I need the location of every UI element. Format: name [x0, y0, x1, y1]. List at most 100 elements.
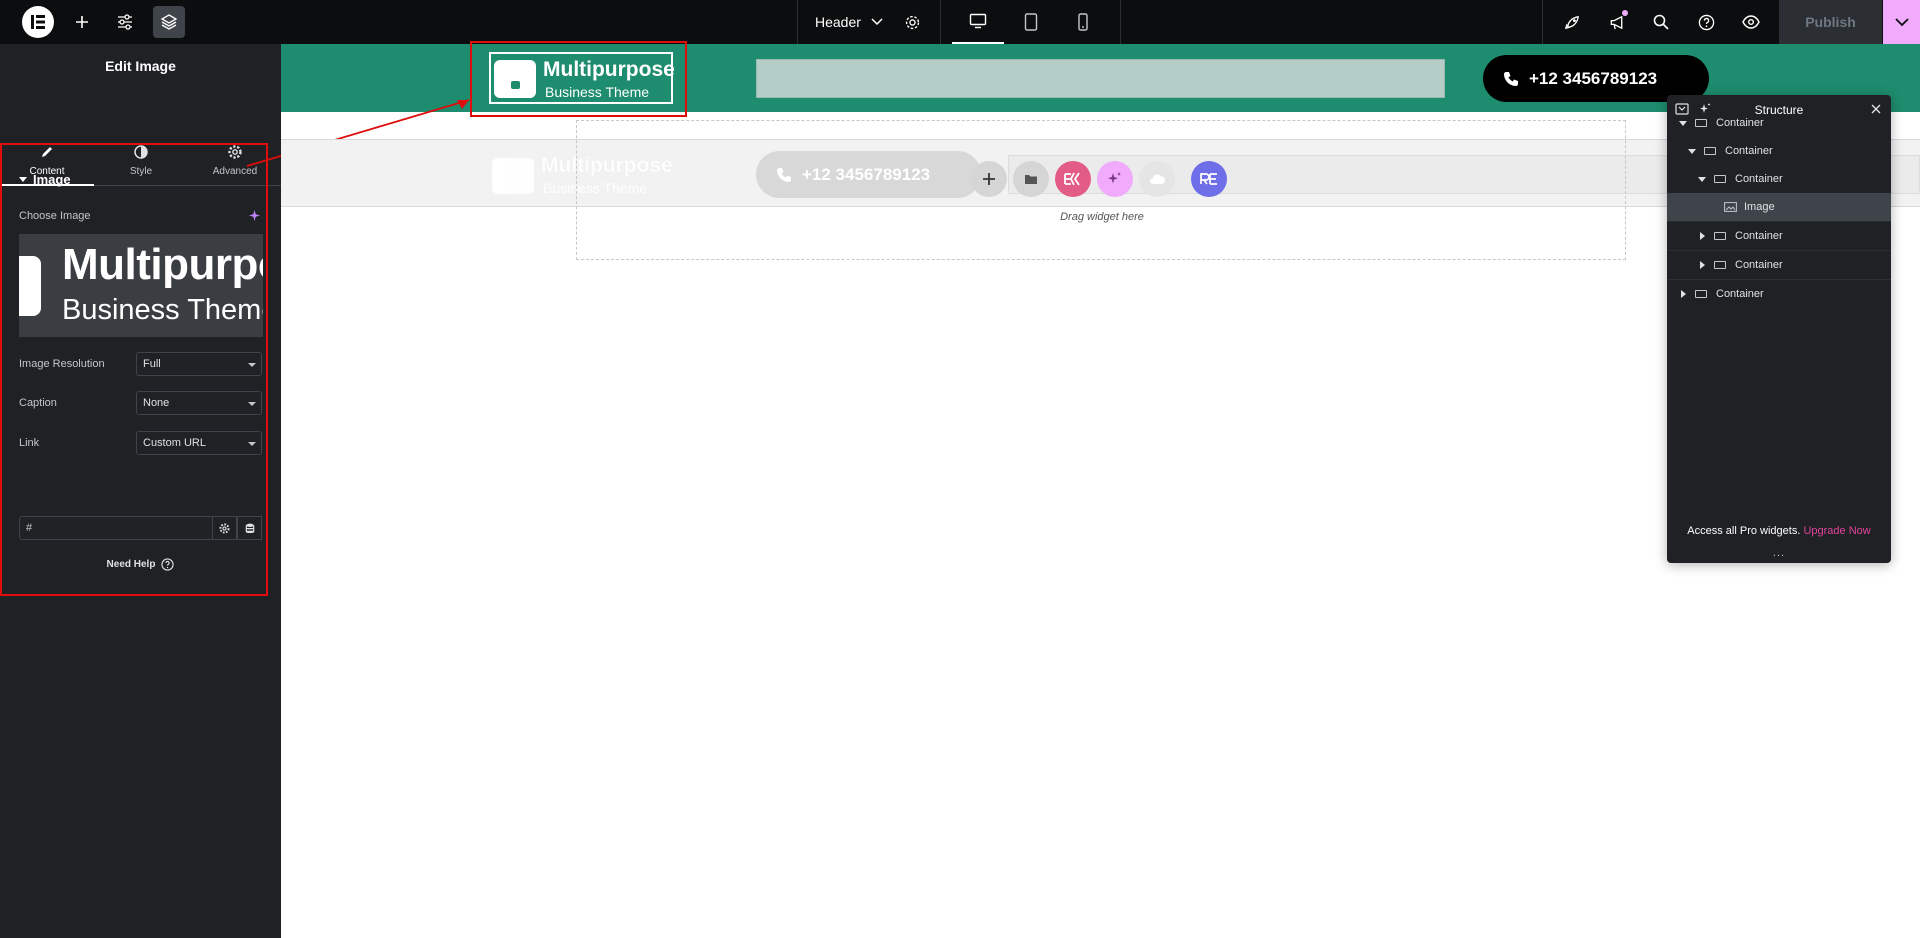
rocket-icon[interactable] [1550, 0, 1594, 44]
cloud-icon [1150, 174, 1165, 184]
upgrade-now-link[interactable]: Upgrade Now [1803, 525, 1870, 537]
desktop-icon[interactable] [952, 0, 1004, 44]
dynamic-tags-button[interactable] [237, 516, 262, 540]
publish-button[interactable]: Publish [1779, 0, 1882, 44]
caret-down-icon[interactable] [1698, 176, 1706, 182]
eye-icon[interactable] [1729, 0, 1773, 44]
structure-item-container[interactable]: Container [1667, 109, 1891, 137]
add-element-button[interactable] [971, 161, 1007, 197]
preview-text-line1: Multipurpose [62, 240, 263, 289]
divider [1120, 0, 1121, 44]
need-help-label: Need Help [106, 559, 156, 570]
container-icon [1714, 232, 1726, 240]
add-icon[interactable] [60, 0, 104, 44]
link-select[interactable]: Custom URL [136, 431, 262, 455]
notification-dot [1622, 10, 1628, 16]
image-icon [1724, 202, 1737, 212]
edit-panel: Edit Image Content Style Advanced Image … [0, 44, 281, 938]
select-value: Custom URL [143, 437, 206, 449]
re-logo-icon [1200, 173, 1217, 185]
structure-item-label: Container [1716, 288, 1764, 300]
elementskit-button[interactable] [1055, 161, 1091, 197]
briefcase-icon [19, 256, 41, 316]
structure-item-container[interactable]: Container [1667, 222, 1891, 250]
chevron-down-icon [1894, 17, 1909, 26]
sliders-icon[interactable] [103, 0, 147, 44]
settings-icon[interactable] [890, 0, 934, 44]
caret-down-icon [248, 402, 256, 406]
top-bar: Header Publish [0, 0, 1920, 44]
section-image-toggle[interactable]: Image [19, 172, 71, 187]
plus-icon [983, 173, 995, 185]
container-icon [1695, 290, 1707, 298]
database-icon [245, 523, 254, 533]
link-options-button[interactable] [212, 516, 237, 540]
sparkle-icon [1108, 172, 1121, 184]
caret-right-icon[interactable] [1700, 261, 1705, 269]
elementor-editor: Header Publish Edit Image Content Style … [0, 0, 1920, 938]
elementskit-icon [1064, 172, 1080, 186]
selected-element-outline [470, 41, 687, 117]
select-value: Full [143, 358, 161, 370]
structure-item-container[interactable]: Container [1667, 137, 1891, 165]
structure-item-label: Container [1735, 230, 1783, 242]
tablet-icon[interactable] [1005, 0, 1057, 44]
promo-text: Access all Pro widgets. [1687, 525, 1801, 537]
help-icon[interactable] [1684, 0, 1728, 44]
caret-down-icon[interactable] [1688, 148, 1696, 154]
caret-right-icon[interactable] [1681, 290, 1686, 298]
structure-item-container[interactable]: Container [1667, 165, 1891, 193]
link-label: Link [19, 437, 40, 449]
image-resolution-label: Image Resolution [19, 358, 105, 370]
container-icon [1714, 175, 1726, 183]
kit-button[interactable] [1139, 161, 1175, 197]
mobile-icon[interactable] [1057, 0, 1109, 44]
elementor-logo-icon[interactable] [22, 6, 54, 38]
megaphone-icon[interactable] [1595, 0, 1639, 44]
caret-down-icon[interactable] [1679, 120, 1687, 126]
publish-options-button[interactable] [1883, 0, 1920, 44]
caret-down-icon [248, 442, 256, 446]
structure-panel: Structure Container Container Container … [1667, 95, 1891, 563]
re-button[interactable] [1191, 161, 1227, 197]
ai-sparkle-icon[interactable] [249, 210, 260, 221]
caret-right-icon[interactable] [1700, 232, 1705, 240]
search-icon[interactable] [1639, 0, 1683, 44]
select-value: None [143, 397, 170, 409]
structure-item-label: Container [1735, 259, 1783, 271]
phone-number: +12 3456789123 [1529, 68, 1658, 88]
preview-text-line2: Business Theme [62, 294, 263, 326]
chevron-down-icon [871, 18, 883, 26]
link-url-input[interactable]: # [19, 516, 213, 540]
divider [797, 0, 798, 44]
layers-icon[interactable] [153, 6, 185, 38]
structure-item-container[interactable]: Container [1667, 280, 1891, 308]
ai-button[interactable] [1097, 161, 1133, 197]
document-title: Header [815, 14, 861, 30]
image-resolution-select[interactable]: Full [136, 352, 262, 376]
need-help-link[interactable]: Need Help [0, 558, 281, 571]
image-preview[interactable]: Multipurpose Business Theme [19, 234, 263, 337]
pro-promo: Access all Pro widgets. Upgrade Now [1667, 525, 1891, 537]
caret-down-icon [248, 363, 256, 367]
resize-grip[interactable]: ... [1667, 547, 1891, 559]
phone-icon [1504, 71, 1518, 86]
container-icon [1704, 147, 1716, 155]
structure-item-image[interactable]: Image [1667, 193, 1891, 221]
document-title-dropdown[interactable]: Header [815, 0, 883, 44]
panel-title: Edit Image [105, 58, 176, 74]
briefcase-icon [492, 158, 534, 194]
template-library-button[interactable] [1013, 161, 1049, 197]
choose-image-label: Choose Image [19, 210, 91, 222]
caption-select[interactable]: None [136, 391, 262, 415]
header-search-bar[interactable] [756, 59, 1445, 98]
structure-item-label: Container [1725, 145, 1773, 157]
structure-item-container[interactable]: Container [1667, 251, 1891, 279]
caret-down-icon [19, 176, 27, 182]
gear-icon [219, 522, 230, 534]
structure-item-label: Container [1735, 173, 1783, 185]
divider [1542, 0, 1543, 44]
container-icon [1714, 261, 1726, 269]
section-title: Image [33, 172, 71, 187]
container-icon [1695, 119, 1707, 127]
